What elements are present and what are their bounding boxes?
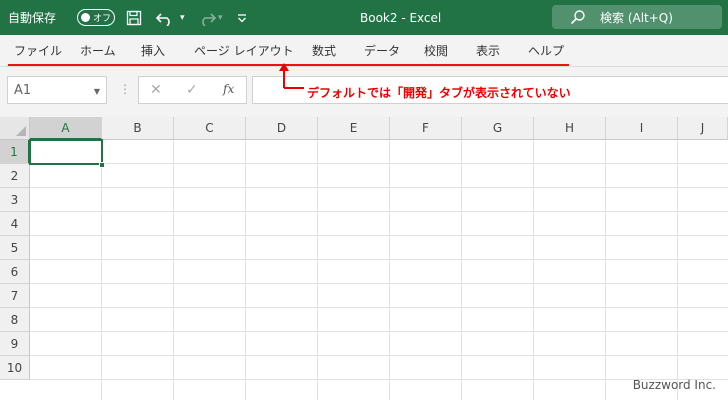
- select-all-button[interactable]: [0, 117, 30, 140]
- name-box[interactable]: A1 ▼: [7, 76, 107, 104]
- column-header[interactable]: J: [678, 117, 728, 140]
- row-header[interactable]: 8: [0, 308, 30, 332]
- formula-bar-grip-icon: ⋮: [119, 82, 131, 96]
- row-header[interactable]: 4: [0, 212, 30, 236]
- enter-icon[interactable]: ✓: [186, 82, 198, 98]
- spreadsheet-grid: A B C D E F G H I J 1 2 3 4 5 6 7 8 9 10…: [0, 117, 728, 400]
- annotation-arrow-icon: [279, 63, 304, 89]
- save-icon[interactable]: [126, 0, 142, 35]
- redo-icon[interactable]: [197, 0, 217, 35]
- cancel-icon[interactable]: ✕: [150, 82, 162, 98]
- search-icon: [570, 10, 585, 25]
- row-header[interactable]: 9: [0, 332, 30, 356]
- fill-handle[interactable]: [99, 162, 105, 168]
- tab-view[interactable]: 表示: [476, 42, 500, 59]
- column-header[interactable]: G: [462, 117, 534, 140]
- autosave-state: オフ: [93, 14, 112, 24]
- name-box-dropdown-icon[interactable]: ▼: [94, 87, 100, 96]
- undo-icon[interactable]: [155, 0, 175, 35]
- tab-help[interactable]: ヘルプ: [528, 42, 564, 59]
- customize-qat-icon[interactable]: [236, 0, 248, 35]
- undo-dropdown-icon[interactable]: ▾: [180, 0, 185, 35]
- tab-review[interactable]: 校閲: [424, 42, 448, 59]
- search-label: 検索 (Alt+Q): [600, 10, 673, 25]
- column-header[interactable]: H: [534, 117, 606, 140]
- tab-insert[interactable]: 挿入: [141, 42, 165, 59]
- cell-area[interactable]: [30, 140, 728, 400]
- column-header[interactable]: F: [390, 117, 462, 140]
- redo-dropdown-icon[interactable]: ▾: [218, 0, 223, 35]
- formula-buttons: ✕ ✓ fx: [138, 76, 247, 104]
- row-header[interactable]: 5: [0, 236, 30, 260]
- autosave-toggle[interactable]: オフ: [77, 9, 115, 26]
- row-header[interactable]: 10: [0, 356, 30, 380]
- ribbon-tabs: ファイル ホーム 挿入 ページ レイアウト 数式 データ 校閲 表示 ヘルプ: [0, 35, 728, 67]
- title-bar: 自動保存 オフ ▾ ▾ Book2 - Excel 検索 (Alt+Q): [0, 0, 728, 35]
- select-all-triangle-icon: [16, 126, 26, 136]
- watermark: Buzzword Inc.: [632, 378, 716, 392]
- name-box-value: A1: [14, 82, 32, 98]
- tab-formulas[interactable]: 数式: [312, 42, 336, 59]
- toggle-knob-icon: [81, 13, 90, 22]
- column-header[interactable]: A: [30, 117, 102, 140]
- tab-data[interactable]: データ: [364, 42, 400, 59]
- row-header[interactable]: 6: [0, 260, 30, 284]
- tab-file[interactable]: ファイル: [14, 42, 62, 59]
- column-header[interactable]: I: [606, 117, 678, 140]
- tab-page-layout[interactable]: ページ レイアウト: [194, 42, 294, 59]
- row-header[interactable]: 3: [0, 188, 30, 212]
- row-header[interactable]: 2: [0, 164, 30, 188]
- active-cell[interactable]: [29, 139, 103, 165]
- autosave-label: 自動保存: [8, 11, 57, 25]
- column-header[interactable]: B: [102, 117, 174, 140]
- document-title: Book2 - Excel: [360, 10, 442, 25]
- column-header[interactable]: E: [318, 117, 390, 140]
- annotation-text: デフォルトでは「開発」タブが表示されていない: [307, 86, 571, 100]
- column-header[interactable]: D: [246, 117, 318, 140]
- row-header[interactable]: 7: [0, 284, 30, 308]
- tab-home[interactable]: ホーム: [80, 42, 116, 59]
- insert-function-icon[interactable]: fx: [223, 82, 234, 96]
- row-header[interactable]: 1: [0, 140, 30, 164]
- search-box[interactable]: 検索 (Alt+Q): [552, 5, 722, 29]
- column-header[interactable]: C: [174, 117, 246, 140]
